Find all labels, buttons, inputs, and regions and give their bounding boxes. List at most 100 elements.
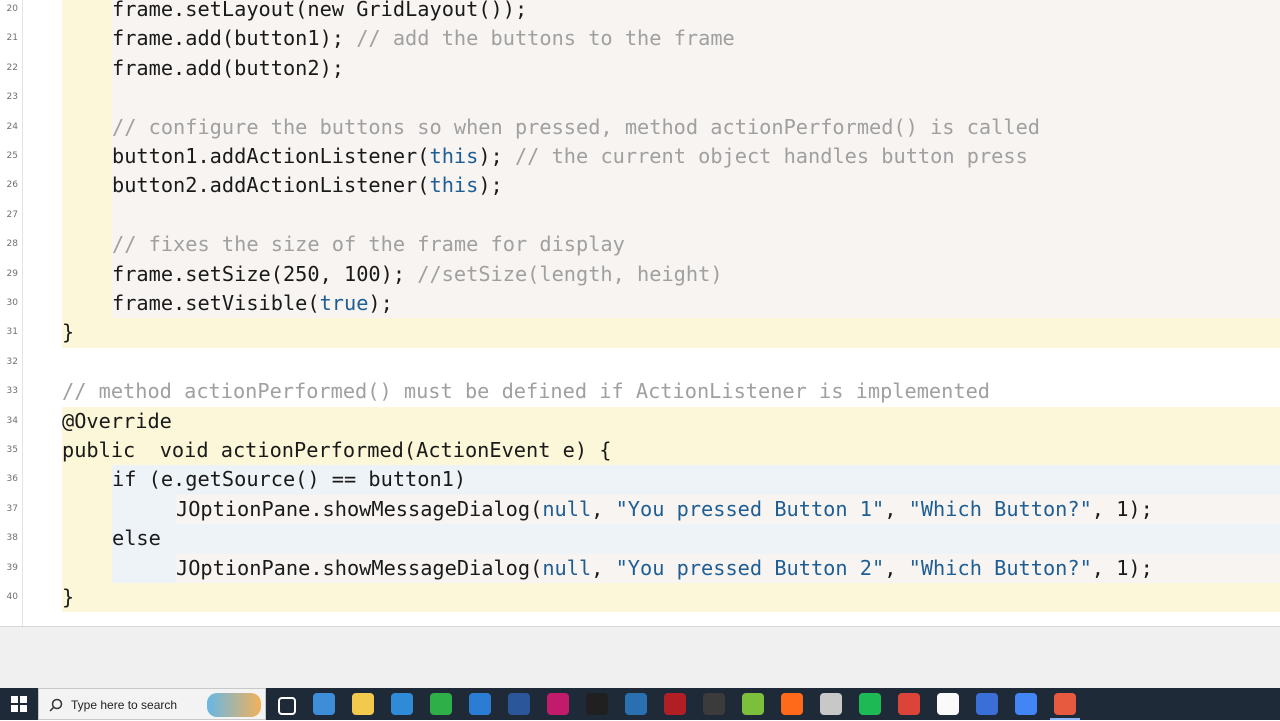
- code-token: button1.addActionListener(: [112, 144, 430, 168]
- inkscape-icon[interactable]: [703, 693, 725, 715]
- code-line[interactable]: frame.setLayout(new GridLayout());: [112, 0, 527, 24]
- code-token: JOptionPane.showMessageDialog(: [176, 555, 543, 580]
- code-token: new: [307, 0, 345, 21]
- code-line[interactable]: }: [62, 318, 74, 347]
- code-token: @Override: [62, 408, 172, 433]
- windows-logo-icon: [11, 696, 27, 712]
- code-line[interactable]: // method actionPerformed() must be defi…: [62, 377, 990, 406]
- line-number: 40: [6, 592, 18, 602]
- disk-icon[interactable]: [820, 693, 842, 715]
- line-number: 31: [6, 327, 18, 338]
- code-token: if: [112, 467, 137, 492]
- code-token: null: [542, 496, 592, 521]
- line-number: 33: [6, 386, 18, 397]
- line-number: 28: [6, 239, 18, 250]
- music-icon[interactable]: [976, 693, 998, 715]
- remote-icon[interactable]: [625, 693, 647, 715]
- code-token: null: [542, 555, 592, 580]
- vscode-icon[interactable]: [469, 693, 491, 715]
- code-token: frame.setSize(250, 100);: [112, 261, 418, 286]
- folder-icon[interactable]: [352, 693, 374, 715]
- terminal-icon[interactable]: [586, 693, 608, 715]
- line-number: 30: [6, 298, 18, 308]
- code-line[interactable]: @Override: [62, 407, 172, 436]
- code-token: ,: [591, 555, 616, 580]
- code-line[interactable]: frame.add(button2);: [112, 54, 344, 83]
- code-line[interactable]: else: [112, 524, 161, 553]
- code-token: frame.add(button1);: [112, 26, 357, 51]
- word-icon[interactable]: [508, 693, 530, 715]
- code-token: GridLayout());: [344, 0, 528, 21]
- code-token: );: [478, 144, 515, 168]
- code-token: // add the buttons to the frame: [356, 26, 735, 51]
- code-token: JOptionPane.showMessageDialog(: [176, 496, 543, 521]
- code-token: }: [62, 320, 75, 345]
- code-token: // method actionPerformed() must be defi…: [62, 379, 990, 404]
- code-token: // configure the buttons so when pressed…: [112, 114, 1040, 139]
- code-line[interactable]: }: [62, 583, 74, 612]
- zoom-icon[interactable]: [937, 693, 959, 715]
- bottom-panel: [0, 626, 1280, 689]
- code-token: "You pressed Button 2": [615, 555, 885, 580]
- intellij-icon[interactable]: [547, 693, 569, 715]
- code-token: button2.addActionListener(: [112, 173, 430, 198]
- code-token: );: [478, 173, 503, 198]
- code-token: (e.getSource() == button1): [136, 467, 467, 492]
- code-token: // the current object handles button pre…: [514, 144, 1028, 168]
- code-line[interactable]: // configure the buttons so when pressed…: [112, 113, 1040, 142]
- network-icon[interactable]: [313, 693, 335, 715]
- coderunner-icon[interactable]: [1054, 693, 1076, 715]
- code-token: void: [159, 438, 209, 462]
- filezilla-icon[interactable]: [664, 693, 686, 715]
- gimp-icon[interactable]: [742, 693, 764, 715]
- line-number: 21: [6, 33, 18, 44]
- code-token: public: [62, 438, 136, 462]
- code-token: else: [112, 526, 161, 551]
- line-number: 24: [6, 121, 18, 132]
- code-token: "Which Button?": [908, 496, 1092, 521]
- windows-taskbar[interactable]: Type here to search: [0, 688, 1280, 720]
- line-number: 27: [6, 209, 18, 220]
- line-number: 25: [6, 151, 18, 161]
- code-token: //setSize(length, height): [417, 261, 723, 286]
- code-token: "You pressed Button 1": [615, 496, 885, 521]
- code-editor-icon[interactable]: [430, 693, 452, 715]
- code-token: frame.setVisible(: [112, 291, 320, 315]
- code-line[interactable]: // fixes the size of the frame for displ…: [112, 230, 625, 259]
- code-token: frame.add(button2);: [112, 55, 344, 80]
- code-line[interactable]: JOptionPane.showMessageDialog(null, "You…: [176, 554, 1153, 583]
- code-token: ,: [884, 555, 909, 580]
- line-number: 38: [6, 533, 18, 544]
- calculator-icon[interactable]: [391, 693, 413, 715]
- code-line[interactable]: frame.setVisible(true);: [112, 289, 393, 318]
- start-button[interactable]: [0, 688, 38, 720]
- line-number: 22: [6, 62, 18, 73]
- code-line[interactable]: frame.add(button1); // add the buttons t…: [112, 24, 735, 53]
- code-line[interactable]: frame.setSize(250, 100); //setSize(lengt…: [112, 260, 723, 289]
- code-token: this: [429, 173, 479, 198]
- code-token: this: [429, 144, 479, 168]
- code-line[interactable]: button1.addActionListener(this); // the …: [112, 142, 1028, 171]
- code-line[interactable]: button2.addActionListener(this);: [112, 171, 503, 200]
- line-number: 23: [6, 92, 18, 103]
- code-token: }: [62, 585, 75, 609]
- chrome-alt-icon[interactable]: [1015, 693, 1037, 715]
- code-token: ,: [884, 496, 909, 521]
- code-editor[interactable]: 20 21 22 23 24 25 26 27 28 29 30 31 32 33 34 35 36 37 38 39…: [0, 0, 1280, 626]
- code-line[interactable]: if (e.getSource() == button1): [112, 465, 466, 494]
- line-number: 29: [6, 268, 18, 279]
- code-token: ,: [591, 496, 616, 521]
- chrome-icon[interactable]: [898, 693, 920, 715]
- search-placeholder: Type here to search: [71, 698, 178, 712]
- taskbar-search[interactable]: Type here to search: [38, 688, 266, 720]
- spotify-icon[interactable]: [859, 693, 881, 715]
- search-icon: [49, 698, 63, 712]
- line-number: 35: [6, 445, 18, 455]
- taskview-icon[interactable]: [278, 697, 296, 715]
- code-line[interactable]: JOptionPane.showMessageDialog(null, "You…: [176, 495, 1153, 524]
- code-token: , 1);: [1091, 555, 1153, 580]
- code-line[interactable]: public void actionPerformed(ActionEvent …: [62, 436, 611, 465]
- firefox-icon[interactable]: [781, 693, 803, 715]
- line-number: 37: [6, 503, 18, 514]
